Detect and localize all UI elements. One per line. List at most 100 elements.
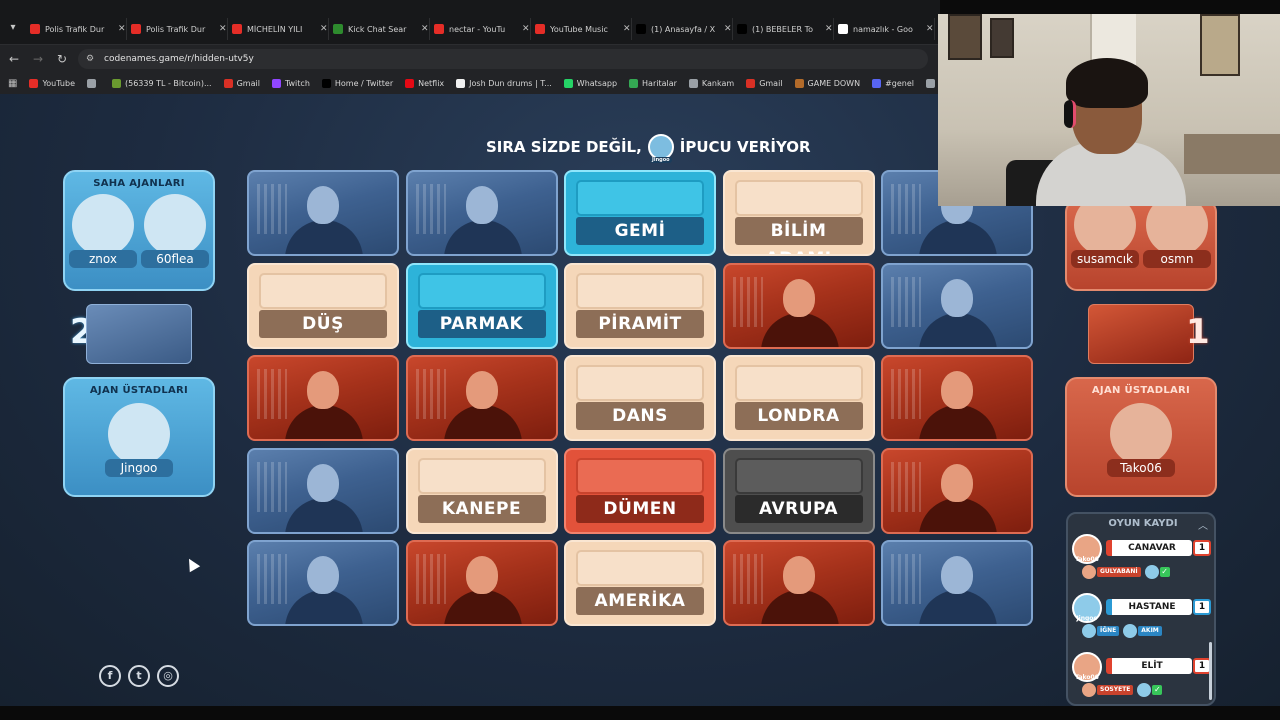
kick-icon <box>333 24 343 34</box>
word-card[interactable]: GEMİ <box>564 170 716 256</box>
turn-message-end: İPUCU VERİYOR <box>679 138 811 156</box>
bookmark-icon <box>223 78 233 88</box>
collapse-chevron-icon[interactable]: ︿ <box>1198 517 1208 532</box>
tab-title: Polis Trafik Dur <box>146 24 206 34</box>
spymaster-avatar-name: Jingoo <box>650 157 672 163</box>
bookmark-item[interactable]: Home / Twitter <box>321 78 393 88</box>
guess-item: İĞNE <box>1082 624 1120 638</box>
spymaster-avatar: Jingoo <box>647 134 674 163</box>
bookmark-item[interactable]: GAME DOWN <box>794 78 861 88</box>
close-tab-icon[interactable]: ✕ <box>219 24 227 34</box>
word-card[interactable]: DÜMEN <box>564 447 716 534</box>
close-tab-icon[interactable]: ✕ <box>724 24 732 34</box>
google-icon <box>838 24 848 34</box>
log-scrollbar[interactable] <box>1209 642 1212 700</box>
headset-icon <box>1064 100 1076 128</box>
browser-tab[interactable]: namazlık - Goo ✕ <box>834 18 935 40</box>
card-top-panel <box>576 550 704 586</box>
card-top-panel <box>576 457 704 494</box>
wall-poster <box>948 14 982 60</box>
bookmark-item[interactable]: Whatsapp <box>563 78 617 88</box>
shelf <box>1184 134 1280 174</box>
bookmark-item[interactable]: Josh Dun drums | T... <box>456 78 552 88</box>
instagram-icon[interactable]: ◎ <box>157 665 179 687</box>
background-door <box>257 461 287 512</box>
tab-title: (1) BEBELER To <box>752 24 813 34</box>
card-word: GEMİ <box>576 217 704 245</box>
spymaster-avatar <box>1110 403 1172 465</box>
browser-tab[interactable]: MİCHELİN YILI ✕ <box>228 18 329 40</box>
forward-arrow-icon[interactable]: → <box>30 51 46 67</box>
bookmark-label: GAME DOWN <box>807 78 861 88</box>
bookmark-item[interactable]: Kankam <box>688 78 734 88</box>
red-spymaster-panel: AJAN ÜSTADLARI Tako06 <box>1065 377 1217 497</box>
webcam-overlay <box>938 14 1280 206</box>
red-operative: susamcık <box>1071 202 1139 268</box>
close-tab-icon[interactable]: ✕ <box>926 24 934 34</box>
bookmark-item[interactable]: Gmail <box>223 78 260 88</box>
guess-list: İĞNE AKIM <box>1082 624 1166 638</box>
word-card[interactable]: KANEPE <box>405 447 558 534</box>
agent-body <box>285 497 363 532</box>
card-word: PİRAMİT <box>576 309 704 338</box>
tab-title: Polis Trafik Dur <box>45 24 105 34</box>
close-tab-icon[interactable]: ✕ <box>421 24 429 34</box>
player-name: znox <box>69 250 137 268</box>
guess-item: ✓ <box>1144 565 1170 579</box>
guess-item: SOSYETE <box>1082 683 1134 697</box>
close-tab-icon[interactable]: ✕ <box>118 24 126 34</box>
revealed-agent-card <box>247 355 399 441</box>
youtube-icon <box>434 24 444 34</box>
card-top-panel <box>734 365 863 401</box>
site-info-icon[interactable]: ⚙ <box>86 49 94 69</box>
browser-tab[interactable]: (1) BEBELER To ✕ <box>733 18 834 40</box>
background-door <box>257 554 287 604</box>
bookmark-item[interactable]: #genel <box>872 78 914 88</box>
bookmark-item[interactable]: Gmail <box>746 78 783 88</box>
tab-search-chevron-icon[interactable]: ▾ <box>6 21 20 35</box>
bookmark-label: Haritalar <box>642 78 677 88</box>
bookmark-item[interactable]: (56339 TL - Bitcoin)... <box>111 78 212 88</box>
bookmark-item[interactable]: YouTube <box>29 78 75 88</box>
guess-word: AKIM <box>1138 626 1162 636</box>
browser-tab[interactable]: Kick Chat Sear ✕ <box>329 18 430 40</box>
agent-body <box>919 590 997 624</box>
bookmark-item[interactable] <box>86 78 100 88</box>
close-tab-icon[interactable]: ✕ <box>623 24 631 34</box>
browser-tab[interactable]: nectar - YouTu ✕ <box>430 18 531 40</box>
player-name: susamcık <box>1071 250 1139 268</box>
back-arrow-icon[interactable]: ← <box>6 51 22 67</box>
word-card[interactable]: AMERİKA <box>564 540 716 626</box>
card-top-panel <box>576 365 704 401</box>
agent-head <box>941 371 973 409</box>
apps-grid-icon[interactable]: ▦ <box>8 78 17 89</box>
card-top-panel <box>576 272 704 309</box>
word-card[interactable]: PARMAK <box>405 262 558 349</box>
close-tab-icon[interactable]: ✕ <box>320 24 328 34</box>
browser-tab[interactable]: Polis Trafik Dur ✕ <box>26 18 127 40</box>
word-card[interactable]: AVRUPA <box>722 447 875 534</box>
bookmark-item[interactable]: Netflix <box>405 78 444 88</box>
facebook-icon[interactable]: f <box>99 665 121 687</box>
url-field[interactable]: ⚙ codenames.game/r/hidden-utv5y <box>78 49 928 69</box>
word-card[interactable]: PİRAMİT <box>564 262 716 349</box>
close-tab-icon[interactable]: ✕ <box>522 24 530 34</box>
browser-tab[interactable]: YouTube Music ✕ <box>531 18 632 40</box>
word-card[interactable]: BİLİM ADAMI <box>722 170 875 256</box>
guesser-avatar <box>1082 683 1096 697</box>
close-tab-icon[interactable]: ✕ <box>825 24 833 34</box>
red-remaining-count: 1 <box>1186 312 1210 352</box>
agent-body <box>443 220 522 254</box>
clue-word: ELİT <box>1106 658 1192 674</box>
agent-head <box>782 556 815 594</box>
bookmark-item[interactable]: Haritalar <box>629 78 677 88</box>
browser-tab[interactable]: (1) Anasayfa / X ✕ <box>632 18 733 40</box>
twitter-icon[interactable]: t <box>128 665 150 687</box>
word-card[interactable]: DÜŞ <box>247 262 399 349</box>
reload-icon[interactable]: ↻ <box>54 51 70 67</box>
word-card[interactable]: DANS <box>564 355 716 441</box>
agent-head <box>307 186 339 224</box>
browser-tab[interactable]: Polis Trafik Dur ✕ <box>127 18 228 40</box>
bookmark-item[interactable]: Twitch <box>271 78 310 88</box>
word-card[interactable]: LONDRA <box>722 355 875 441</box>
